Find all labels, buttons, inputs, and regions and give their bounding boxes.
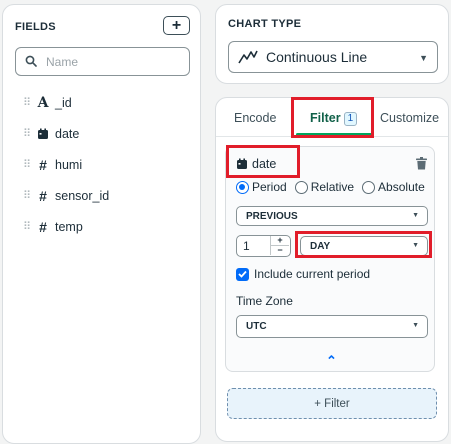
drag-handle-icon[interactable]: ⠿ — [23, 221, 35, 233]
fields-panel: FIELDS + ⠿ A _id ⠿ date ⠿ # humi ⠿ # sen… — [2, 4, 201, 444]
tab-filter[interactable]: Filter 1 — [310, 111, 358, 126]
chevron-down-icon: ▼ — [412, 212, 419, 219]
tabs-divider — [216, 136, 448, 137]
field-item-humi[interactable]: ⠿ # humi — [23, 155, 82, 175]
timezone-select[interactable]: UTC ▼ — [236, 315, 428, 338]
field-name: date — [55, 127, 80, 141]
chart-type-panel: CHART TYPE Continuous Line ▼ — [215, 4, 449, 84]
decrement-icon[interactable]: − — [271, 245, 289, 256]
radio-label: Absolute — [378, 180, 425, 194]
drag-handle-icon[interactable]: ⠿ — [23, 128, 35, 140]
drag-handle-icon[interactable]: ⠿ — [23, 190, 35, 202]
number-type-icon: # — [39, 188, 47, 204]
line-chart-icon — [238, 50, 258, 64]
date-type-icon — [237, 158, 247, 169]
period-select[interactable]: PREVIOUS ▼ — [236, 206, 428, 226]
chevron-down-icon: ▼ — [412, 322, 419, 329]
tab-encode[interactable]: Encode — [234, 111, 276, 125]
filter-count-badge: 1 — [343, 112, 358, 126]
timezone-label: Time Zone — [236, 294, 293, 308]
filter-field-name: date — [252, 157, 277, 171]
field-name: sensor_id — [55, 189, 110, 203]
unit-select[interactable]: DAY ▼ — [300, 236, 428, 256]
filter-field-label: date — [236, 157, 276, 171]
search-icon — [25, 55, 37, 67]
trash-icon[interactable] — [416, 157, 427, 170]
amount-stepper[interactable]: 1 + − — [236, 235, 291, 257]
radio-label: Relative — [310, 180, 355, 194]
collapse-chevron-up-icon[interactable]: ⌃ — [326, 353, 337, 369]
string-type-icon: A — [37, 95, 49, 111]
chart-config-panel: Encode Filter 1 Customize date Period Rel… — [215, 97, 449, 442]
field-item-id[interactable]: ⠿ A _id — [23, 93, 72, 113]
field-item-sensor-id[interactable]: ⠿ # sensor_id — [23, 186, 109, 206]
period-select-value: PREVIOUS — [246, 210, 298, 222]
field-name: temp — [55, 220, 83, 234]
filter-mode-group: Period Relative Absolute — [236, 180, 425, 194]
checkmark-icon — [236, 267, 249, 281]
field-search-input[interactable] — [44, 52, 184, 71]
radio-label: Period — [252, 180, 287, 194]
radio-absolute[interactable]: Absolute — [362, 180, 425, 194]
include-current-checkbox[interactable]: Include current period — [236, 267, 370, 281]
field-item-temp[interactable]: ⠿ # temp — [23, 217, 83, 237]
field-name: humi — [55, 158, 83, 172]
tab-filter-label: Filter — [310, 111, 341, 125]
field-name: _id — [55, 96, 72, 110]
chart-type-select[interactable]: Continuous Line ▼ — [228, 41, 438, 73]
radio-period[interactable]: Period — [236, 180, 287, 194]
chart-type-title: CHART TYPE — [228, 18, 302, 30]
amount-value: 1 — [243, 239, 250, 253]
drag-handle-icon[interactable]: ⠿ — [23, 97, 35, 109]
radio-icon — [294, 180, 308, 194]
chevron-down-icon: ▼ — [419, 53, 428, 63]
drag-handle-icon[interactable]: ⠿ — [23, 159, 35, 171]
radio-icon — [362, 180, 376, 194]
chevron-down-icon: ▼ — [412, 242, 419, 249]
date-filter-card: date Period Relative Absolute PREVIOUS ▼… — [225, 146, 435, 372]
unit-select-value: DAY — [310, 240, 331, 252]
radio-selected-icon — [236, 180, 249, 194]
number-type-icon: # — [39, 219, 47, 235]
fields-title: FIELDS — [15, 21, 56, 33]
add-field-button[interactable]: + — [163, 16, 190, 35]
timezone-value: UTC — [246, 321, 267, 332]
radio-relative[interactable]: Relative — [294, 180, 355, 194]
field-search-box[interactable] — [15, 47, 190, 76]
include-current-label: Include current period — [254, 267, 371, 281]
add-filter-button[interactable]: + Filter — [227, 388, 437, 419]
stepper-arrows: + − — [270, 236, 289, 255]
tab-customize[interactable]: Customize — [380, 111, 439, 125]
number-type-icon: # — [39, 157, 47, 173]
chart-type-value: Continuous Line — [266, 49, 368, 65]
field-item-date[interactable]: ⠿ date — [23, 124, 79, 144]
date-type-icon — [35, 128, 51, 140]
